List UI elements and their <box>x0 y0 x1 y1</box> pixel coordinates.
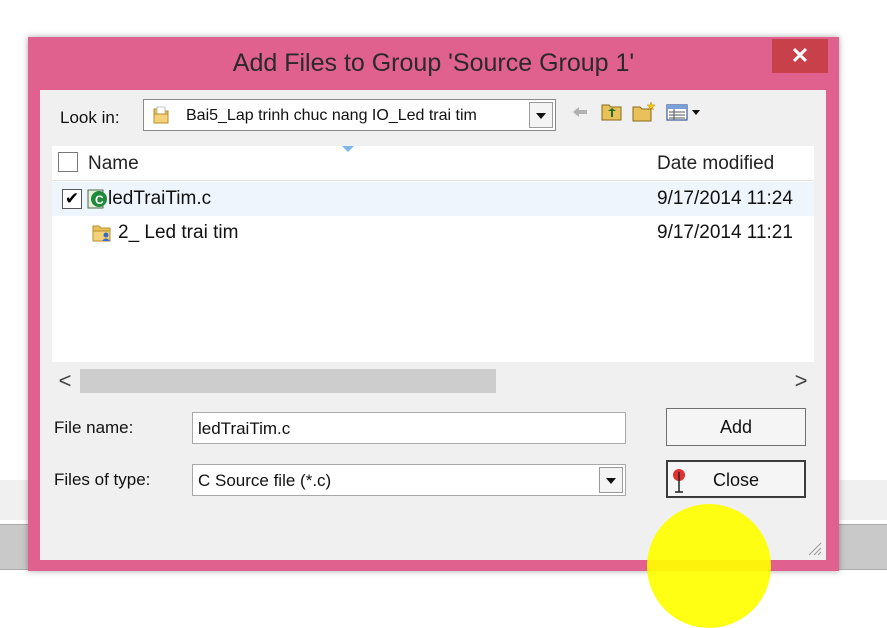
sort-indicator-icon <box>342 146 354 152</box>
file-date-text: 9/17/2014 11:21 <box>657 222 793 243</box>
file-list[interactable]: Name Date modified ✔ C ledTraiTim.c 9/17… <box>52 146 814 362</box>
add-button[interactable]: Add <box>666 408 806 446</box>
new-folder-icon[interactable] <box>631 100 657 124</box>
c-source-file-icon: C <box>87 189 107 209</box>
look-in-label: Look in: <box>60 108 120 127</box>
scrollbar-thumb[interactable] <box>80 369 496 393</box>
files-of-type-label: Files of type: <box>54 470 151 489</box>
cursor-highlight <box>647 504 771 628</box>
dialog-title: Add Files to Group 'Source Group 1' <box>232 49 635 77</box>
add-files-dialog: Add Files to Group 'Source Group 1' ✕ Lo… <box>28 37 839 628</box>
svg-text:C: C <box>95 193 104 207</box>
file-name-text: 2_ Led trai tim <box>118 222 239 243</box>
file-name-field[interactable]: ledTraiTim.c <box>192 412 626 444</box>
column-header-name[interactable]: Name <box>88 153 139 175</box>
look-in-value: Bai5_Lap trinh chuc nang IO_Led trai tim <box>186 107 477 124</box>
up-folder-icon[interactable] <box>600 100 624 124</box>
back-arrow-icon[interactable] <box>570 100 590 124</box>
horizontal-scrollbar[interactable]: < > <box>52 364 814 398</box>
close-button[interactable]: Close <box>666 460 806 498</box>
close-icon[interactable]: ✕ <box>772 39 828 73</box>
file-name-text: ledTraiTim.c <box>108 188 212 209</box>
row-checkbox[interactable]: ✔ <box>62 189 82 209</box>
file-date-text: 9/17/2014 11:24 <box>657 188 793 209</box>
select-all-checkbox[interactable] <box>58 152 78 172</box>
scroll-left-icon[interactable]: < <box>54 368 76 394</box>
view-menu-icon[interactable] <box>665 100 705 124</box>
dialog-titlebar[interactable]: Add Files to Group 'Source Group 1' ✕ <box>28 37 839 91</box>
column-header-date-modified[interactable]: Date modified <box>657 153 774 175</box>
files-of-type-select[interactable]: C Source file (*.c) <box>192 464 626 496</box>
header-divider <box>52 180 814 181</box>
folder-icon <box>92 225 111 242</box>
look-in-combobox[interactable]: Bai5_Lap trinh chuc nang IO_Led trai tim <box>143 99 556 131</box>
resize-grip-icon[interactable] <box>806 540 822 556</box>
chevron-down-icon[interactable] <box>529 102 553 128</box>
scroll-right-icon[interactable]: > <box>790 368 812 394</box>
folder-icon <box>153 106 169 124</box>
chevron-down-icon[interactable] <box>599 467 623 493</box>
files-of-type-value: C Source file (*.c) <box>198 471 332 490</box>
close-button-label: Close <box>712 470 760 490</box>
list-item[interactable]: 2_ Led trai tim 9/17/2014 11:21 <box>52 216 814 250</box>
mouse-cursor-icon <box>673 469 685 493</box>
dialog-client-area: Look in: Bai5_Lap trinh chuc nang IO_Led… <box>40 90 826 628</box>
list-item[interactable]: ✔ C ledTraiTim.c 9/17/2014 11:24 <box>52 182 814 216</box>
file-name-label: File name: <box>54 418 134 437</box>
